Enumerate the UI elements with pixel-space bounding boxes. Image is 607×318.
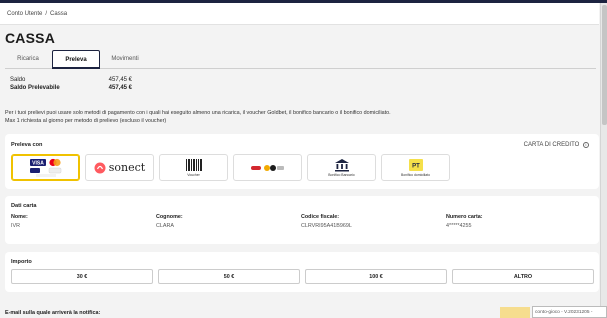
poste-italiane-icon: PT — [408, 158, 423, 171]
info-line-1: Per i tuoi prelievi puoi usare solo meto… — [5, 110, 391, 116]
codice-fiscale-value: CLRVRI95A41B969L — [301, 223, 352, 229]
amount-100-button[interactable]: 100 € — [305, 269, 447, 284]
amount-altro-button[interactable]: ALTRO — [452, 269, 594, 284]
visa-mastercard-icon: VISA — [29, 158, 61, 177]
breadcrumb-item-cassa: Cassa — [50, 11, 68, 17]
cognome-value: CLARA — [156, 223, 174, 229]
saldo-prelevabile-row: Saldo Prelevabile 457,45 € — [10, 85, 132, 93]
nome-value: IVR — [11, 223, 20, 229]
payment-methods-list: VISA sonect Voucher Bonifico Bancario PT… — [11, 154, 450, 181]
saldo-prelevabile-label: Saldo Prelevabile — [10, 85, 60, 91]
codice-fiscale-field: Codice fiscale: CLRVRI95A41B969L — [301, 214, 352, 229]
bonifico-domiciliato-caption: Bonifico domiciliato — [400, 173, 431, 177]
tab-ricarica[interactable]: Ricarica — [5, 50, 51, 69]
saldo-prelevabile-value: 457,45 € — [108, 85, 132, 91]
payment-methods-card: Preleva con CARTA DI CREDITO i VISA sone… — [5, 134, 599, 189]
amount-50-button[interactable]: 50 € — [158, 269, 300, 284]
nome-label: Nome: — [11, 214, 28, 220]
selected-method-label: CARTA DI CREDITO — [523, 142, 580, 148]
info-line-2: Max 1 richiesta al giorno per metodo di … — [5, 118, 167, 124]
saldo-row: Saldo 457,45 € — [10, 77, 132, 85]
withdraw-info: Per i tuoi prelievi puoi usare solo meto… — [5, 109, 595, 125]
sonect-label: sonect — [108, 161, 146, 174]
barcode-icon — [185, 158, 202, 171]
saldo-label: Saldo — [10, 77, 26, 83]
method-carta-di-credito[interactable]: VISA — [11, 154, 80, 181]
cognome-label: Cognome: — [156, 214, 183, 220]
bank-icon — [334, 158, 349, 171]
dati-carta-title: Dati carta — [11, 203, 37, 209]
selected-method-indicator[interactable]: CARTA DI CREDITO i — [524, 142, 589, 148]
info-icon: i — [583, 142, 589, 148]
amount-card: Importo 30 € 50 € 100 € ALTRO — [5, 252, 599, 292]
tab-movimenti[interactable]: Movimenti — [102, 50, 148, 69]
ewallet-logo-icon — [250, 164, 284, 171]
sonect-logo-icon — [94, 162, 106, 173]
version-label: conto-gioco - V.20231205 - — [532, 306, 607, 318]
breadcrumb-separator: / — [45, 11, 48, 17]
page-title: CASSA — [5, 30, 56, 46]
scrollbar-thumb[interactable] — [602, 5, 607, 125]
voucher-caption: Voucher — [187, 173, 200, 177]
numero-carta-field: Numero carta: 4*****4255 — [446, 214, 483, 229]
email-input-highlight[interactable] — [500, 307, 530, 318]
card-details-grid: Nome: IVR Cognome: CLARA Codice fiscale:… — [11, 214, 591, 234]
preleva-con-label: Preleva con — [11, 142, 43, 148]
cognome-field: Cognome: CLARA — [156, 214, 183, 229]
method-sonect[interactable]: sonect — [85, 154, 154, 181]
breadcrumb: Conto Utente / Cassa — [0, 3, 599, 25]
method-ewallet[interactable] — [233, 154, 302, 181]
amount-30-button[interactable]: 30 € — [11, 269, 153, 284]
numero-carta-label: Numero carta: — [446, 214, 483, 220]
importo-title: Importo — [11, 259, 32, 265]
balance-summary: Saldo 457,45 € Saldo Prelevabile 457,45 … — [10, 77, 132, 93]
codice-fiscale-label: Codice fiscale: — [301, 214, 340, 220]
tab-bar: Ricarica Preleva Movimenti — [5, 50, 596, 69]
breadcrumb-item-conto-utente[interactable]: Conto Utente — [7, 11, 42, 17]
method-bonifico-domiciliato[interactable]: PT Bonifico domiciliato — [381, 154, 450, 181]
numero-carta-value: 4*****4255 — [446, 223, 472, 229]
method-voucher[interactable]: Voucher — [159, 154, 228, 181]
email-notification-label: E-mail sulla quale arriverà la notifica: — [5, 310, 101, 316]
card-details-card: Dati carta Nome: IVR Cognome: CLARA Codi… — [5, 196, 599, 244]
svg-text:PT: PT — [412, 163, 420, 169]
saldo-value: 457,45 € — [108, 77, 132, 83]
method-bonifico-bancario[interactable]: Bonifico Bancario — [307, 154, 376, 181]
tab-preleva[interactable]: Preleva — [52, 50, 100, 69]
nome-field: Nome: IVR — [11, 214, 28, 229]
svg-text:VISA: VISA — [32, 160, 44, 166]
bonifico-bancario-caption: Bonifico Bancario — [328, 173, 355, 177]
page-scrollbar[interactable] — [600, 3, 607, 306]
amount-options: 30 € 50 € 100 € ALTRO — [11, 269, 594, 284]
